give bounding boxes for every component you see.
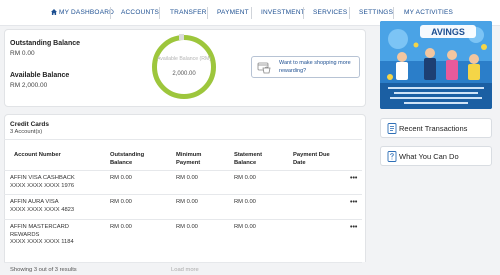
ring-value: 2,000.00 [172, 71, 196, 77]
table-row-account[interactable]: AFFIN VISA CASHBACK XXXX XXXX XXXX 1976 [10, 175, 75, 190]
header-minimum-payment: Minimum Payment [176, 152, 201, 167]
table-divider [4, 170, 362, 171]
balance-ring-chart [152, 35, 216, 99]
statement-cell: RM 0.00 [234, 175, 256, 181]
table-divider [4, 139, 362, 140]
outstanding-cell: RM 0.00 [110, 199, 132, 205]
header-minimum-line2: Payment [176, 159, 201, 166]
load-more-button[interactable]: Load more [171, 267, 199, 275]
table-divider [4, 194, 362, 195]
card-name-line2: REWARDS [10, 231, 40, 238]
minimum-cell: RM 0.00 [176, 199, 198, 205]
accounts-count: 3 Account(s) [10, 129, 43, 135]
results-count: Showing 3 out of 3 results [10, 267, 77, 273]
card-name-line1: AFFIN MASTERCARD [10, 224, 69, 230]
credit-cards-title: Credit Cards [10, 121, 50, 128]
nav-payment[interactable]: PAYMENT [217, 9, 249, 16]
outstanding-cell: RM 0.00 [110, 224, 132, 230]
row-menu-button[interactable]: ••• [350, 199, 357, 206]
minimum-cell: RM 0.00 [176, 224, 198, 230]
card-name: AFFIN AURA VISA [10, 199, 59, 205]
available-balance-label: Available Balance [10, 72, 70, 79]
nav-divider [110, 7, 111, 19]
header-payment-due-date: Payment Due Date [293, 152, 330, 167]
card-number: XXXX XXXX XXXX 1976 [10, 182, 75, 189]
header-statement-balance: Statement Balance [234, 152, 262, 167]
ring-used-segment [179, 34, 184, 40]
header-outstanding-line1: Outstanding [110, 152, 145, 158]
card-name: AFFIN VISA CASHBACK [10, 175, 75, 181]
table-divider [4, 219, 362, 220]
what-you-can-do-label: What You Can Do [399, 152, 459, 161]
available-balance-value: RM 2,000.00 [10, 82, 48, 89]
promo-banner[interactable]: AVINGS [380, 21, 492, 109]
promo-text-line2: rewarding? [279, 67, 307, 74]
header-account-number: Account Number [14, 152, 61, 158]
nav-divider [207, 7, 208, 19]
row-menu-button[interactable]: ••• [350, 175, 357, 182]
nav-my-dashboard-label: MY DASHBOARD [59, 9, 115, 16]
nav-transfer[interactable]: TRANSFER [170, 9, 207, 16]
row-menu-button[interactable]: ••• [350, 224, 357, 231]
nav-divider [393, 7, 394, 19]
promo-text-line1: Want to make shopping more [279, 60, 351, 66]
header-minimum-line1: Minimum [176, 152, 202, 158]
header-outstanding-balance: Outstanding Balance [110, 152, 144, 167]
banner-title: AVINGS [431, 27, 465, 37]
table-divider [4, 262, 362, 263]
outstanding-balance-label: Outstanding Balance [10, 40, 81, 47]
table-row-account[interactable]: AFFIN AURA VISA XXXX XXXX XXXX 4823 [10, 199, 74, 214]
card-number: XXXX XXXX XXXX 1184 [10, 239, 74, 245]
recent-transactions-label: Recent Transactions [399, 124, 468, 133]
nav-accounts[interactable]: ACCOUNTS [121, 9, 159, 16]
promo-text: Want to make shopping more rewarding? [279, 60, 351, 75]
nav-my-dashboard[interactable]: MY DASHBOARD [51, 9, 114, 16]
shopping-promo-button[interactable]: Want to make shopping more rewarding? [251, 56, 360, 78]
ring-label: Available Balance (RM) [156, 56, 212, 62]
document-icon [387, 123, 397, 134]
nav-settings[interactable]: SETTINGS [359, 9, 393, 16]
nav-divider [251, 7, 252, 19]
nav-services[interactable]: SERVICES [313, 9, 347, 16]
header-statement-line1: Statement [234, 152, 263, 158]
help-document-icon [387, 151, 397, 162]
header-due-line1: Payment Due [293, 152, 330, 158]
what-you-can-do-button[interactable]: What You Can Do [380, 146, 492, 166]
nav-investment[interactable]: INVESTMENT [261, 9, 305, 16]
statement-cell: RM 0.00 [234, 224, 256, 230]
home-icon [51, 9, 57, 15]
header-outstanding-line2: Balance [110, 159, 133, 166]
outstanding-balance-value: RM 0.00 [10, 50, 35, 57]
table-row-account[interactable]: AFFIN MASTERCARD REWARDS XXXX XXXX XXXX … [10, 224, 74, 247]
header-statement-line2: Balance [234, 159, 257, 166]
nav-my-activities[interactable]: MY ACTIVITIES [404, 9, 453, 16]
outstanding-cell: RM 0.00 [110, 175, 132, 181]
shopping-card-icon [257, 62, 271, 74]
banner-illustration: AVINGS [380, 21, 492, 109]
nav-divider [349, 7, 350, 19]
nav-divider [159, 7, 160, 19]
minimum-cell: RM 0.00 [176, 175, 198, 181]
recent-transactions-button[interactable]: Recent Transactions [380, 118, 492, 138]
card-number: XXXX XXXX XXXX 4823 [10, 206, 75, 213]
statement-cell: RM 0.00 [234, 199, 256, 205]
header-due-line2: Date [293, 159, 306, 166]
nav-divider [303, 7, 304, 19]
